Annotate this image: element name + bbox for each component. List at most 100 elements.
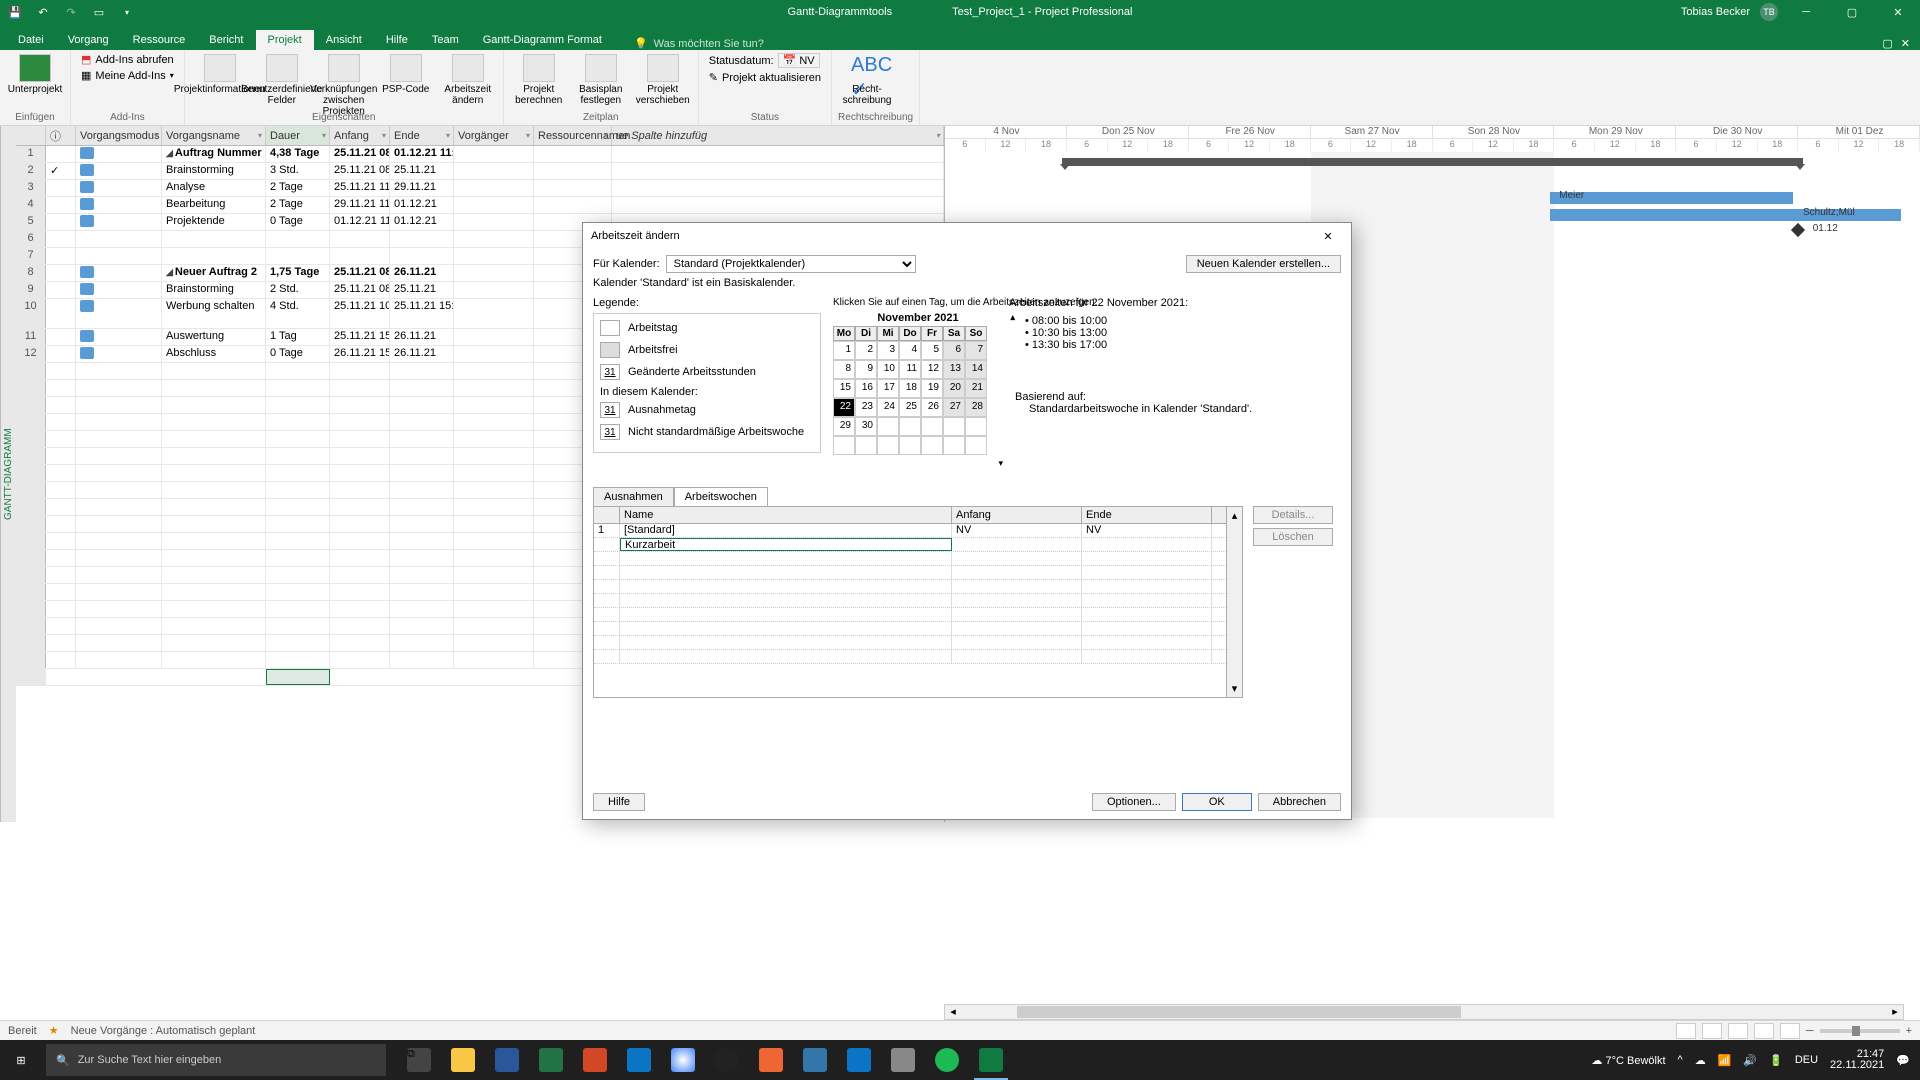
battery-icon[interactable]: 🔋 xyxy=(1769,1054,1783,1067)
calendar-day[interactable]: 6 xyxy=(943,341,965,360)
select-all-corner[interactable] xyxy=(16,126,46,145)
tab-ansicht[interactable]: Ansicht xyxy=(314,30,374,50)
edge-icon[interactable] xyxy=(618,1040,660,1080)
table-scrollbar[interactable]: ▴▾ xyxy=(1227,506,1243,698)
table-row[interactable]: 3Analyse2 Tage25.11.21 11:029.11.21 xyxy=(16,180,944,197)
volume-icon[interactable]: 🔊 xyxy=(1743,1054,1757,1067)
subproject-button[interactable]: Unterprojekt xyxy=(6,52,64,95)
dialog-close-button[interactable]: ✕ xyxy=(1313,226,1343,246)
calendar-day[interactable]: 15 xyxy=(833,379,855,398)
taskbar-search[interactable]: 🔍Zur Suche Text hier eingeben xyxy=(46,1044,386,1076)
update-project-button[interactable]: ✎Projekt aktualisieren xyxy=(705,70,825,85)
clock-date[interactable]: 22.11.2021 xyxy=(1830,1060,1884,1071)
user-avatar[interactable]: TB xyxy=(1760,3,1778,21)
undo-icon[interactable]: ↶ xyxy=(32,1,54,23)
zoom-in-icon[interactable]: + xyxy=(1906,1025,1912,1037)
month-down-icon[interactable]: ▾ xyxy=(998,458,1003,468)
chrome-icon[interactable] xyxy=(662,1040,704,1080)
minimize-button[interactable]: ─ xyxy=(1788,2,1824,22)
excel-icon[interactable] xyxy=(530,1040,572,1080)
active-cell[interactable] xyxy=(266,669,330,685)
edge-icon[interactable] xyxy=(838,1040,880,1080)
cancel-button[interactable]: Abbrechen xyxy=(1258,793,1341,811)
calendar-day[interactable]: 10 xyxy=(877,360,899,379)
project-icon[interactable] xyxy=(970,1040,1012,1080)
table-row[interactable]: 4Bearbeitung2 Tage29.11.21 11:301.12.21 xyxy=(16,197,944,214)
touch-mode-icon[interactable]: ▭ xyxy=(88,1,110,23)
psp-code-button[interactable]: PSP-Code xyxy=(377,52,435,95)
scroll-down-icon[interactable]: ▾ xyxy=(1232,682,1238,695)
options-button[interactable]: Optionen... xyxy=(1092,793,1176,811)
calendar-day[interactable]: 21 xyxy=(965,379,987,398)
my-addins-button[interactable]: ▦Meine Add-Ins▾ xyxy=(77,68,178,83)
calendar-day[interactable]: 13 xyxy=(943,360,965,379)
scroll-right-icon[interactable]: ▸ xyxy=(1887,1005,1903,1019)
calendar-day[interactable]: 29 xyxy=(833,417,855,436)
spotify-icon[interactable] xyxy=(926,1040,968,1080)
milestone-icon[interactable] xyxy=(1791,223,1805,237)
tab-projekt[interactable]: Projekt xyxy=(256,30,314,50)
scroll-up-icon[interactable]: ▴ xyxy=(1232,509,1238,522)
notifications-icon[interactable]: 💬 xyxy=(1896,1054,1910,1067)
col-resources[interactable]: Ressourcennamen▾ xyxy=(534,126,612,145)
tell-me-search[interactable]: 💡 Was möchten Sie tun? xyxy=(634,37,764,50)
timeline-hscroll[interactable]: ◂ ▸ xyxy=(944,1004,1904,1020)
calendar-day[interactable]: 22 xyxy=(833,398,855,417)
calendar-day[interactable]: 19 xyxy=(921,379,943,398)
custom-fields-button[interactable]: Benutzerdefinierte Felder xyxy=(253,52,311,106)
table-row[interactable]: 1◢Auftrag Nummer 14,38 Tage25.11.21 08:0… xyxy=(16,146,944,163)
col-end[interactable]: Ende▾ xyxy=(390,126,454,145)
language-indicator[interactable]: DEU xyxy=(1795,1054,1818,1066)
obs-icon[interactable] xyxy=(706,1040,748,1080)
move-project-button[interactable]: Projekt verschieben xyxy=(634,52,692,106)
calendar-day[interactable]: 24 xyxy=(877,398,899,417)
calendar-day[interactable]: 20 xyxy=(943,379,965,398)
col-duration[interactable]: Dauer▾ xyxy=(266,126,330,145)
word-icon[interactable] xyxy=(486,1040,528,1080)
calendar-day[interactable]: 23 xyxy=(855,398,877,417)
details-button[interactable]: Details... xyxy=(1253,506,1333,524)
calendar-day[interactable]: 26 xyxy=(921,398,943,417)
calendar-day[interactable]: 12 xyxy=(921,360,943,379)
table-row[interactable]: 2✓Brainstorming3 Std.25.11.21 08:025.11.… xyxy=(16,163,944,180)
view-resource-icon[interactable] xyxy=(1780,1023,1800,1039)
calendar-day[interactable]: 11 xyxy=(899,360,921,379)
tab-workweeks[interactable]: Arbeitswochen xyxy=(674,487,768,506)
explorer-icon[interactable] xyxy=(442,1040,484,1080)
task-bar[interactable] xyxy=(1550,192,1794,204)
zoom-slider[interactable] xyxy=(1820,1029,1900,1033)
tab-team[interactable]: Team xyxy=(420,30,471,50)
help-button[interactable]: Hilfe xyxy=(593,793,645,811)
tab-vorgang[interactable]: Vorgang xyxy=(56,30,121,50)
col-start[interactable]: Anfang▾ xyxy=(330,126,390,145)
calendar-day[interactable]: 27 xyxy=(943,398,965,417)
zoom-out-icon[interactable]: ─ xyxy=(1806,1025,1814,1037)
spellcheck-button[interactable]: ABC✓Recht-schreibung xyxy=(838,52,896,106)
calendar-day[interactable]: 30 xyxy=(855,417,877,436)
col-add-new[interactable]: ue Spalte hinzufüg▾ xyxy=(612,126,944,145)
calendar-day[interactable]: 16 xyxy=(855,379,877,398)
view-calendar-icon[interactable] xyxy=(1754,1023,1774,1039)
links-button[interactable]: Verknüpfungen zwischen Projekten xyxy=(315,52,373,117)
calendar-day[interactable]: 28 xyxy=(965,398,987,417)
ok-button[interactable]: OK xyxy=(1182,793,1252,811)
col-predecessors[interactable]: Vorgänger▾ xyxy=(454,126,534,145)
app-icon[interactable] xyxy=(882,1040,924,1080)
app-icon[interactable] xyxy=(794,1040,836,1080)
status-date-row[interactable]: Statusdatum: 📅 NV xyxy=(705,52,825,69)
calendar-day[interactable]: 5 xyxy=(921,341,943,360)
wifi-icon[interactable]: 📶 xyxy=(1718,1054,1732,1067)
delete-button[interactable]: Löschen xyxy=(1253,528,1333,546)
view-strip-label[interactable]: GANTT-DIAGRAMM xyxy=(0,126,16,822)
col-mode[interactable]: Vorgangsmodus▾ xyxy=(76,126,162,145)
close-document-icon[interactable]: ✕ xyxy=(1901,37,1910,50)
qat-more-icon[interactable]: ▾ xyxy=(116,1,138,23)
view-network-icon[interactable] xyxy=(1728,1023,1748,1039)
start-button[interactable]: ⊞ xyxy=(0,1040,42,1080)
col-name[interactable]: Vorgangsname▾ xyxy=(162,126,266,145)
table-row-editing[interactable]: Kurzarbeit xyxy=(594,538,1226,552)
set-baseline-button[interactable]: Basisplan festlegen xyxy=(572,52,630,106)
maximize-button[interactable]: ▢ xyxy=(1834,2,1870,22)
new-calendar-button[interactable]: Neuen Kalender erstellen... xyxy=(1186,255,1341,273)
calendar-day[interactable]: 25 xyxy=(899,398,921,417)
